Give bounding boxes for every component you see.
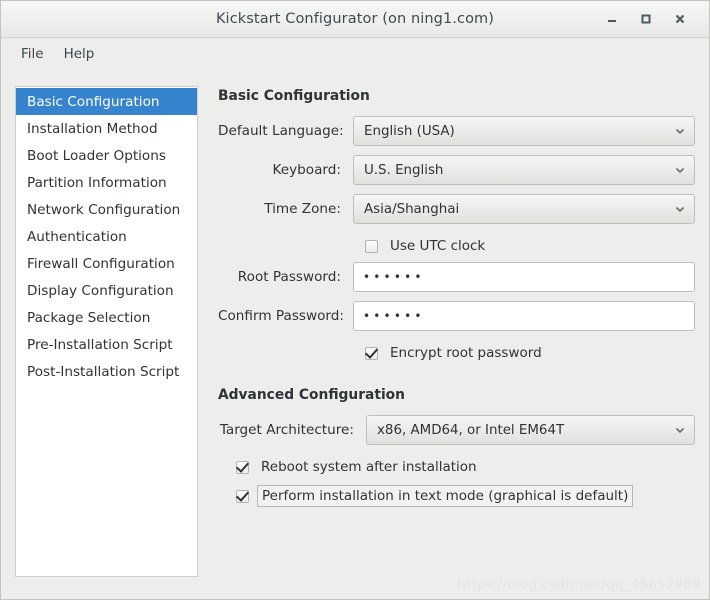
default-language-value: English (USA) (364, 123, 455, 139)
close-icon[interactable] (663, 6, 697, 32)
root-password-row: Root Password: •••••• (218, 262, 695, 292)
sidebar-item-firewall-configuration[interactable]: Firewall Configuration (16, 250, 197, 277)
default-language-row: Default Language: English (USA) (218, 116, 695, 146)
use-utc-clock-checkbox[interactable] (365, 239, 378, 253)
root-password-value: •••••• (363, 270, 425, 284)
root-password-input[interactable]: •••••• (353, 262, 695, 292)
sidebar-item-authentication[interactable]: Authentication (16, 223, 197, 250)
minimize-icon[interactable] (595, 6, 629, 32)
menu-item-help[interactable]: Help (55, 43, 104, 65)
target-architecture-label: Target Architecture: (219, 422, 354, 438)
time-zone-row: Time Zone: Asia/Shanghai (218, 194, 695, 224)
sidebar-item-installation-method[interactable]: Installation Method (16, 115, 197, 142)
text-mode-checkbox[interactable] (236, 489, 249, 503)
chevron-down-icon (674, 424, 686, 436)
reboot-system-label: Reboot system after installation (261, 459, 477, 475)
sidebar-item-package-selection[interactable]: Package Selection (16, 304, 197, 331)
root-password-label: Root Password: (237, 269, 341, 285)
time-zone-select[interactable]: Asia/Shanghai (353, 194, 695, 224)
sidebar-item-partition-information[interactable]: Partition Information (16, 169, 197, 196)
settings-panel: Basic Configuration Default Language: En… (198, 86, 695, 585)
sidebar-item-pre-installation-script[interactable]: Pre-Installation Script (16, 331, 197, 358)
menu-item-file[interactable]: File (12, 43, 53, 65)
encrypt-root-password-label: Encrypt root password (390, 345, 542, 361)
encrypt-root-password-checkbox[interactable] (365, 346, 378, 360)
confirm-password-value: •••••• (363, 309, 425, 323)
chevron-down-icon (674, 203, 686, 215)
confirm-password-row: Confirm Password: •••••• (218, 301, 695, 331)
time-zone-label: Time Zone: (264, 201, 341, 217)
keyboard-label: Keyboard: (272, 162, 341, 178)
text-mode-row[interactable]: Perform installation in text mode (graph… (218, 483, 695, 509)
use-utc-clock-label: Use UTC clock (390, 238, 486, 254)
navigation-list: Basic Configuration Installation Method … (15, 86, 198, 577)
sidebar-item-network-configuration[interactable]: Network Configuration (16, 196, 197, 223)
menu-bar: File Help (1, 38, 709, 70)
sidebar-item-boot-loader-options[interactable]: Boot Loader Options (16, 142, 197, 169)
use-utc-clock-row[interactable]: Use UTC clock (218, 233, 695, 259)
confirm-password-input[interactable]: •••••• (353, 301, 695, 331)
sidebar-item-display-configuration[interactable]: Display Configuration (16, 277, 197, 304)
keyboard-row: Keyboard: U.S. English (218, 155, 695, 185)
advanced-configuration-heading: Advanced Configuration (218, 387, 405, 403)
watermark-text: https://blog.csdn.net/qq_45652989 (457, 577, 701, 593)
confirm-password-label: Confirm Password: (218, 308, 344, 324)
keyboard-value: U.S. English (364, 162, 444, 178)
target-architecture-row: Target Architecture: x86, AMD64, or Inte… (218, 415, 695, 445)
sidebar-item-basic-configuration[interactable]: Basic Configuration (16, 88, 197, 115)
encrypt-root-password-row[interactable]: Encrypt root password (218, 340, 695, 366)
default-language-select[interactable]: English (USA) (353, 116, 695, 146)
target-architecture-select[interactable]: x86, AMD64, or Intel EM64T (366, 415, 695, 445)
time-zone-value: Asia/Shanghai (364, 201, 460, 217)
window-body: Basic Configuration Installation Method … (1, 70, 709, 599)
application-window: Kickstart Configurator (on ning1.com) Fi… (0, 0, 710, 600)
sidebar-item-post-installation-script[interactable]: Post-Installation Script (16, 358, 197, 385)
basic-configuration-heading: Basic Configuration (218, 88, 370, 104)
default-language-label: Default Language: (218, 123, 344, 139)
window-controls (595, 6, 709, 32)
target-architecture-value: x86, AMD64, or Intel EM64T (377, 422, 565, 438)
chevron-down-icon (674, 125, 686, 137)
title-bar: Kickstart Configurator (on ning1.com) (1, 1, 709, 38)
chevron-down-icon (674, 164, 686, 176)
keyboard-select[interactable]: U.S. English (353, 155, 695, 185)
reboot-system-row[interactable]: Reboot system after installation (218, 454, 695, 480)
text-mode-label: Perform installation in text mode (graph… (257, 485, 634, 507)
reboot-system-checkbox[interactable] (236, 460, 249, 474)
maximize-icon[interactable] (629, 6, 663, 32)
